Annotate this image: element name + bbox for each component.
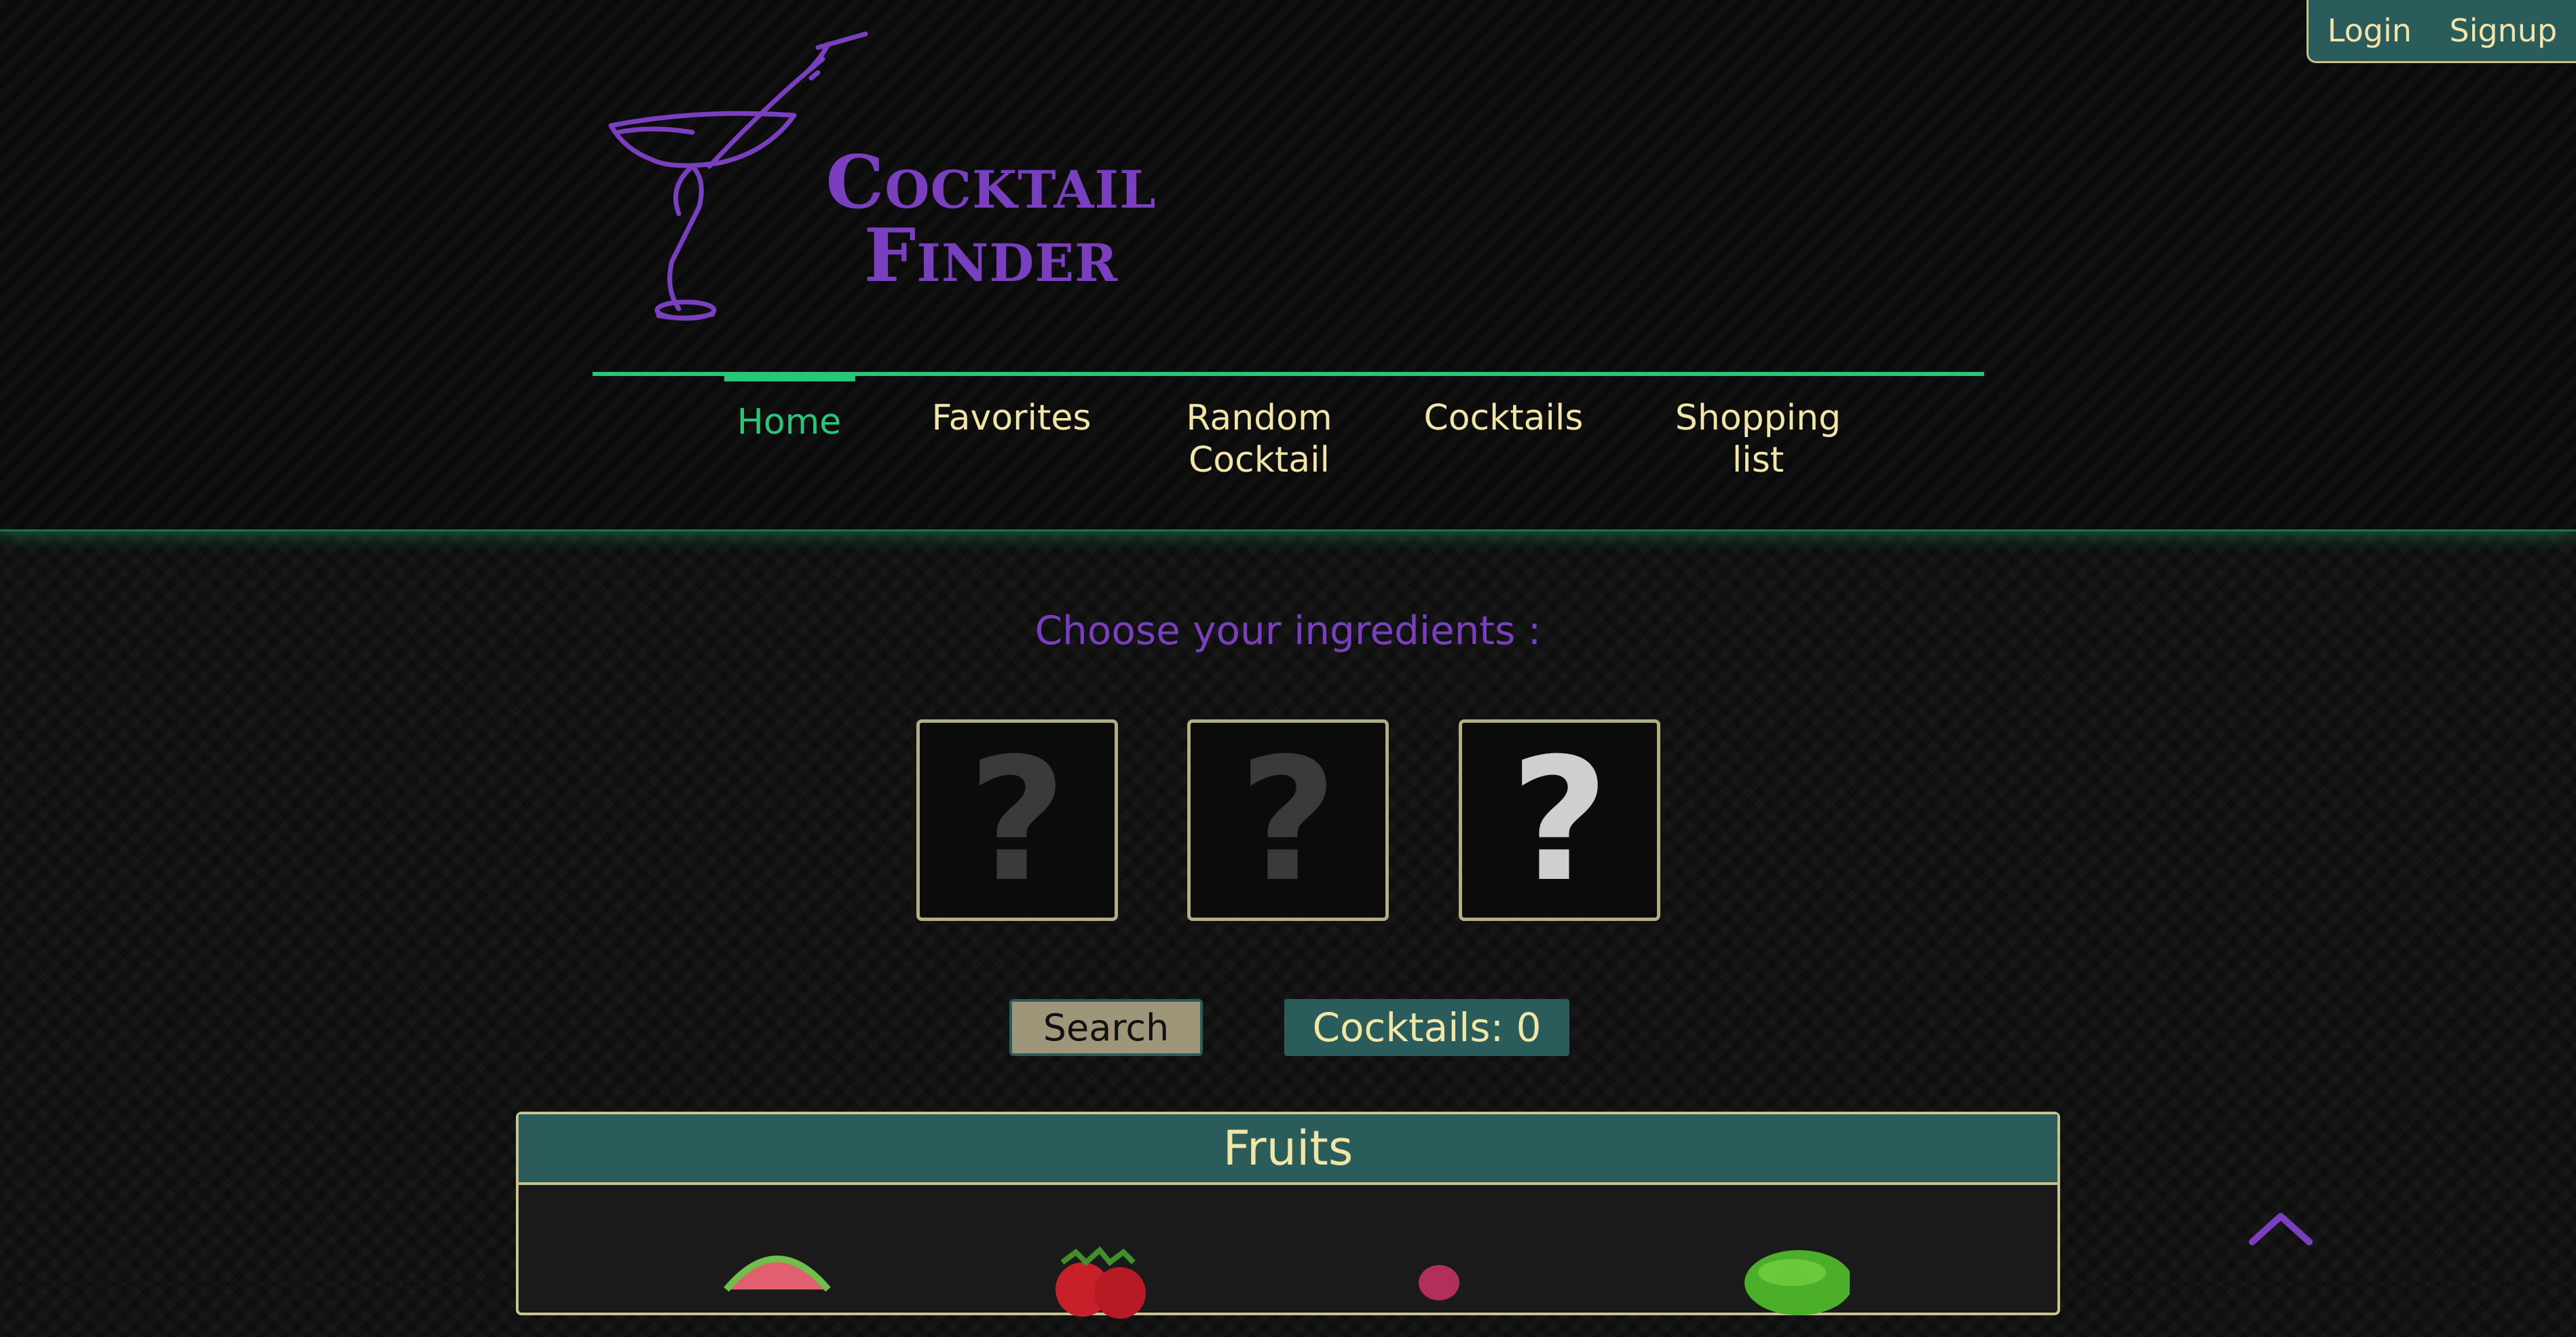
nav-shopping-label-line2: list (1732, 440, 1785, 481)
nav-active-indicator (724, 375, 855, 381)
nav-favorites[interactable]: Favorites (923, 397, 1100, 439)
question-mark-icon: ? (967, 721, 1067, 919)
category-title: Fruits (519, 1114, 2057, 1185)
strawberry-icon[interactable] (1042, 1242, 1157, 1337)
nav-cocktails[interactable]: Cocktails (1412, 397, 1595, 439)
nav-home-label: Home (736, 402, 842, 442)
raspberry-icon[interactable] (1398, 1242, 1514, 1337)
login-link[interactable]: Login (2328, 12, 2412, 49)
cocktail-count-badge: Cocktails: 0 (1284, 999, 1569, 1056)
chevron-up-icon[interactable] (2247, 1207, 2315, 1247)
signup-link[interactable]: Signup (2450, 12, 2558, 49)
ingredient-slot-3[interactable]: ? (1459, 719, 1660, 921)
nav-random-label-line2: Cocktail (1189, 440, 1330, 481)
ingredient-slot-1[interactable]: ? (916, 719, 1118, 921)
lime-icon[interactable] (1734, 1242, 1850, 1337)
nav-favorites-label: Favorites (931, 398, 1091, 438)
auth-bar: Login Signup (2307, 0, 2576, 63)
brand-line-1: Cocktail (825, 140, 1157, 225)
nav-random-label-line1: Random (1186, 398, 1332, 438)
brand-line-2: Finder (863, 213, 1119, 299)
search-button[interactable]: Search (1009, 999, 1203, 1056)
choose-ingredients-heading: Choose your ingredients : (1034, 607, 1542, 654)
nav-home[interactable]: Home (720, 397, 859, 443)
question-mark-icon: ? (1510, 721, 1609, 919)
brand-title[interactable]: Cocktail Finder (821, 146, 1161, 293)
watermelon-icon[interactable] (720, 1242, 835, 1337)
ingredient-slot-2[interactable]: ? (1187, 719, 1389, 921)
nav-random-cocktail[interactable]: Random Cocktail (1161, 397, 1358, 481)
nav-shopping-label-line1: Shopping (1675, 398, 1842, 438)
nav-cocktails-label: Cocktails (1423, 398, 1584, 438)
question-mark-icon: ? (1238, 721, 1338, 919)
nav-shopping-list[interactable]: Shopping list (1656, 397, 1860, 481)
